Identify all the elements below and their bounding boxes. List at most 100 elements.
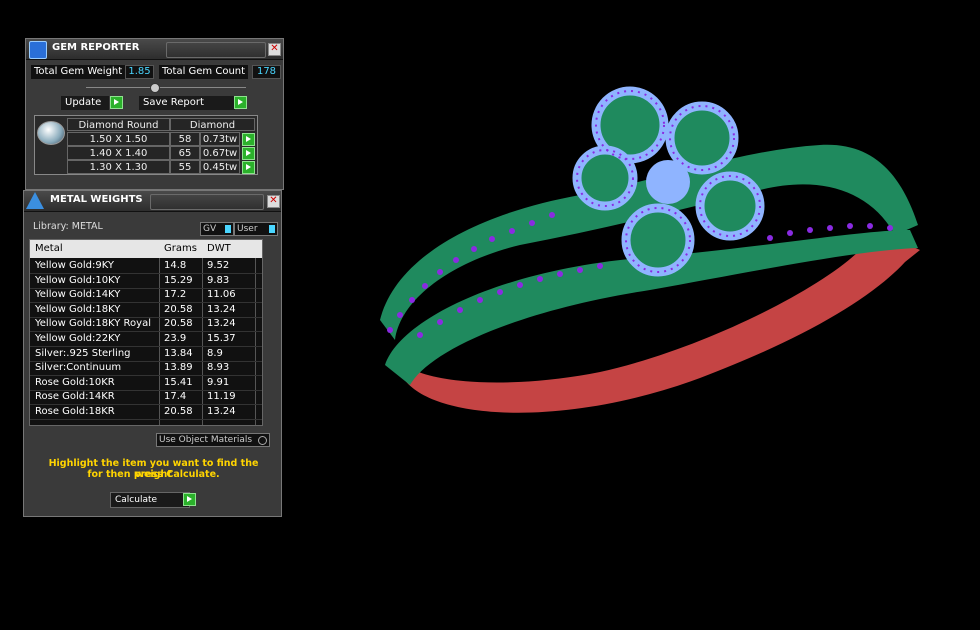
metal-table-header: Metal Grams DWT xyxy=(30,240,262,258)
dwt-cell: 9.91 xyxy=(207,376,230,388)
gem-header-shape: Diamond Round xyxy=(67,118,170,131)
metal-name-cell: Yellow Gold:10KY xyxy=(35,274,121,286)
column-header-metal[interactable]: Metal xyxy=(35,243,63,254)
dwt-cell: 13.24 xyxy=(207,406,236,417)
metal-name-cell: Rose Gold:18KR xyxy=(35,406,115,417)
close-icon[interactable]: ✕ xyxy=(267,195,280,208)
gem-row-count[interactable]: 55 xyxy=(170,160,200,174)
grams-cell: 20.58 xyxy=(164,406,193,417)
radio-icon xyxy=(258,436,267,445)
metal-name-cell: Silver:Continuum xyxy=(35,362,122,374)
grams-cell: 14.8 xyxy=(164,260,187,271)
gv-toggle-label: GV xyxy=(203,224,217,234)
close-icon[interactable]: ✕ xyxy=(268,43,281,56)
slider-knob[interactable] xyxy=(150,83,160,93)
calculate-go-icon[interactable] xyxy=(183,493,196,506)
gem-row-size[interactable]: 1.30 X 1.30 xyxy=(67,160,170,174)
grams-cell: 15.29 xyxy=(164,274,193,286)
total-gem-weight-value: 1.85 xyxy=(125,65,154,79)
metal-name-cell: Rose Gold:14KR xyxy=(35,391,115,403)
library-label: Library: METAL xyxy=(33,221,103,232)
save-report-button[interactable]: Save Report xyxy=(139,96,235,110)
update-button[interactable]: Update xyxy=(61,96,109,110)
user-toggle-label: User xyxy=(237,224,258,234)
grams-cell: 20.58 xyxy=(164,303,193,315)
gv-toggle[interactable]: GV xyxy=(200,222,234,236)
metal-row[interactable]: Yellow Gold:18KY Royal 20.58 13.24 xyxy=(30,317,262,333)
calculate-button[interactable]: Calculate xyxy=(110,492,190,508)
use-object-materials-checkbox[interactable]: Use Object Materials xyxy=(156,433,270,447)
gem-row-size[interactable]: 1.40 X 1.40 xyxy=(67,146,170,160)
total-gem-count-label: Total Gem Count xyxy=(159,65,249,79)
gem-reporter-titlebar[interactable]: GEM REPORTER ✕ xyxy=(26,39,283,60)
column-header-grams[interactable]: Grams xyxy=(164,243,197,254)
gem-row-tw[interactable]: 0.73tw xyxy=(200,132,240,146)
metal-name-cell: Yellow Gold:18KY xyxy=(35,303,121,315)
gem-row-count[interactable]: 65 xyxy=(170,146,200,160)
metal-row[interactable]: Rose Gold:18KR 20.58 13.24 xyxy=(30,405,262,420)
dwt-cell: 11.19 xyxy=(207,391,236,403)
dwt-cell: 15.37 xyxy=(207,333,236,344)
metal-row[interactable]: Yellow Gold:14KY 17.2 11.06 xyxy=(30,288,262,304)
total-gem-weight-label: Total Gem Weight xyxy=(31,65,126,79)
metal-row[interactable]: Yellow Gold:9KY 14.8 9.52 xyxy=(30,259,262,274)
title-decoration xyxy=(150,194,264,210)
gem-reporter-panel: GEM REPORTER ✕ Total Gem Weight 1.85 Tot… xyxy=(25,38,284,190)
gem-row-go-icon[interactable] xyxy=(242,147,255,160)
gem-row-count[interactable]: 58 xyxy=(170,132,200,146)
grams-cell: 13.89 xyxy=(164,362,193,374)
metal-row[interactable]: Yellow Gold:18KY 20.58 13.24 xyxy=(30,303,262,318)
title-decoration xyxy=(166,42,266,58)
use-object-materials-label: Use Object Materials xyxy=(159,435,253,445)
metal-name-cell: Rose Gold:10KR xyxy=(35,376,115,388)
grams-cell: 13.84 xyxy=(164,347,193,359)
gem-row-tw[interactable]: 0.45tw xyxy=(200,160,240,174)
gem-row-size[interactable]: 1.50 X 1.50 xyxy=(67,132,170,146)
grams-cell: 20.58 xyxy=(164,318,193,330)
metal-row[interactable]: Rose Gold:14KR 17.4 11.19 xyxy=(30,390,262,406)
dwt-cell: 13.24 xyxy=(207,303,236,315)
gem-reporter-title: GEM REPORTER xyxy=(52,42,140,53)
metal-row[interactable]: Yellow Gold:22KY 23.9 15.37 xyxy=(30,332,262,347)
dwt-cell: 8.9 xyxy=(207,347,223,359)
metal-name-cell: Yellow Gold:14KY xyxy=(35,289,121,301)
metal-table: Metal Grams DWT Yellow Gold:9KY 14.8 9.52 Y… xyxy=(29,239,263,426)
metal-row[interactable]: Silver:.925 Sterling 13.84 8.9 xyxy=(30,347,262,362)
flask-icon xyxy=(26,192,44,209)
dwt-cell: 8.93 xyxy=(207,362,230,374)
dwt-cell: 9.52 xyxy=(207,260,230,271)
gem-row-tw[interactable]: 0.67tw xyxy=(200,146,240,160)
metal-row[interactable]: Yellow Gold:10KY 15.29 9.83 xyxy=(30,274,262,289)
gem-row-go-icon[interactable] xyxy=(242,133,255,146)
gem-row-go-icon[interactable] xyxy=(242,161,255,174)
column-header-dwt[interactable]: DWT xyxy=(207,243,231,254)
metal-weights-title: METAL WEIGHTS xyxy=(50,194,143,205)
update-go-icon[interactable] xyxy=(110,96,123,109)
gem-reporter-app-icon xyxy=(29,41,47,59)
flower-motif xyxy=(572,86,765,277)
diamond-round-icon xyxy=(37,121,65,145)
metal-name-cell: Silver:.925 Sterling xyxy=(35,347,131,359)
metal-weights-titlebar[interactable]: METAL WEIGHTS ✕ xyxy=(24,191,281,212)
metal-name-cell: Yellow Gold:18KY Royal xyxy=(35,318,151,330)
metal-row[interactable]: Silver:Continuum 13.89 8.93 xyxy=(30,361,262,377)
grams-cell: 15.41 xyxy=(164,376,193,388)
metal-row[interactable]: Rose Gold:10KR 15.41 9.91 xyxy=(30,376,262,391)
3d-viewport[interactable] xyxy=(290,0,980,630)
user-toggle[interactable]: User xyxy=(234,222,278,236)
instruction-text-line2: for then press Calculate. xyxy=(87,469,220,480)
save-report-go-icon[interactable] xyxy=(234,96,247,109)
grams-cell: 17.2 xyxy=(164,289,187,301)
grams-cell: 23.9 xyxy=(164,333,187,344)
bangle-model xyxy=(380,86,920,413)
metal-weights-panel: METAL WEIGHTS ✕ Library: METAL GV User M… xyxy=(23,190,282,517)
gem-header-type: Diamond xyxy=(170,118,255,131)
grams-cell: 17.4 xyxy=(164,391,187,403)
dwt-cell: 13.24 xyxy=(207,318,236,330)
metal-name-cell: Yellow Gold:22KY xyxy=(35,333,121,344)
total-gem-count-value: 178 xyxy=(252,65,281,79)
divider-slider[interactable] xyxy=(86,87,246,88)
gem-table: Diamond Round Diamond 1.50 X 1.50 58 0.7… xyxy=(34,115,258,175)
dwt-cell: 9.83 xyxy=(207,274,230,286)
dwt-cell: 11.06 xyxy=(207,289,236,301)
